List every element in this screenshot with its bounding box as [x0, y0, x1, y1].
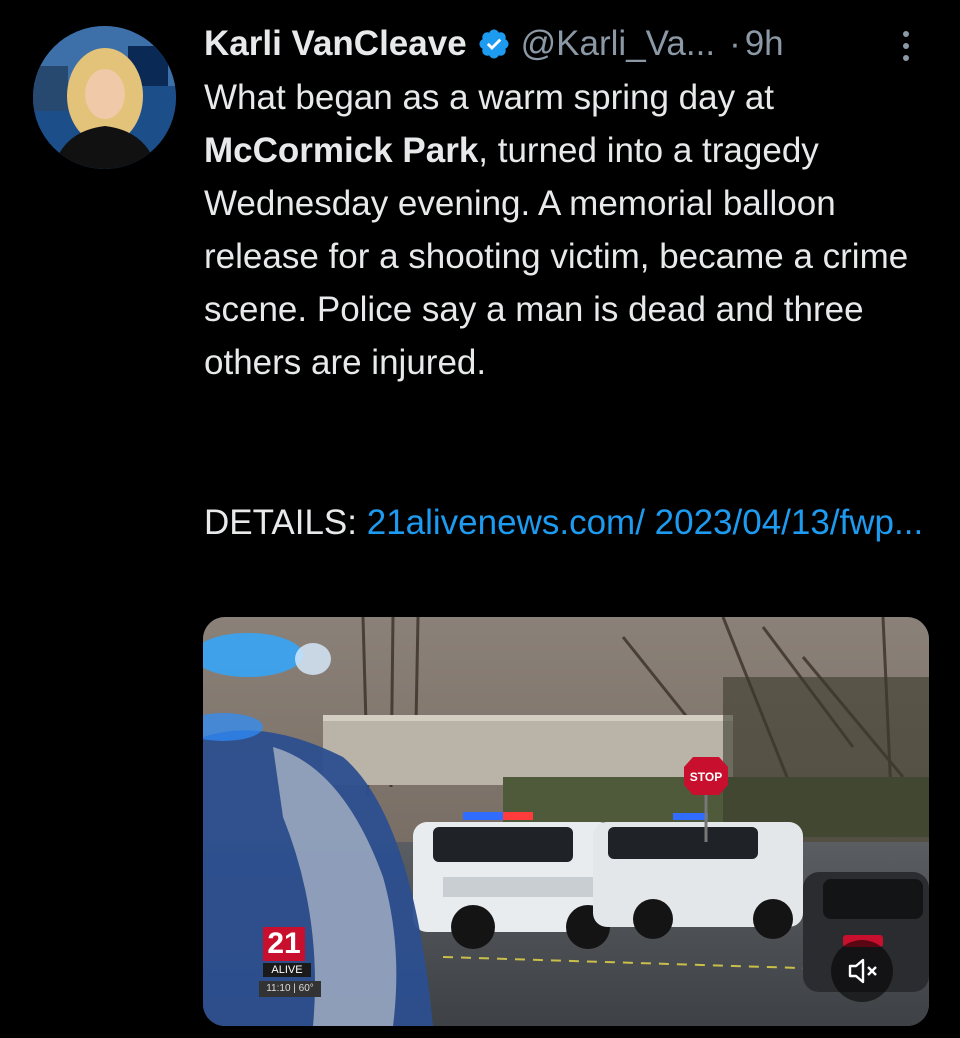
- station-number: 21: [263, 927, 305, 961]
- author-name[interactable]: Karli VanCleave: [204, 24, 467, 64]
- tweet-text-intro: What began as a warm spring day at: [204, 78, 775, 117]
- tweet-text: What began as a warm spring day at McCor…: [204, 71, 934, 389]
- details-label: DETAILS:: [204, 503, 367, 542]
- author-handle[interactable]: @Karli_Va...: [521, 24, 715, 64]
- stop-sign-text: STOP: [690, 770, 722, 784]
- separator-dot: ·: [729, 24, 741, 63]
- volume-mute-icon: [848, 958, 877, 984]
- station-name: ALIVE: [263, 963, 311, 977]
- station-logo: 21 ALIVE 11:10 | 60°: [259, 927, 323, 999]
- verified-badge-icon: [479, 29, 509, 59]
- station-info: 11:10 | 60°: [259, 981, 321, 997]
- more-options-icon[interactable]: [896, 26, 916, 66]
- tweet-time[interactable]: 9h: [745, 24, 784, 64]
- location-mention: McCormick Park: [204, 131, 479, 170]
- article-link[interactable]: 21alivenews.com/ 2023/04/13/fwp...: [367, 503, 923, 542]
- avatar[interactable]: [33, 26, 176, 169]
- media-video[interactable]: STOP 21 ALIVE 11:10 | 60°: [203, 617, 929, 1026]
- mute-button[interactable]: [831, 940, 893, 1002]
- details-line: DETAILS: 21alivenews.com/ 2023/04/13/fwp…: [204, 496, 934, 549]
